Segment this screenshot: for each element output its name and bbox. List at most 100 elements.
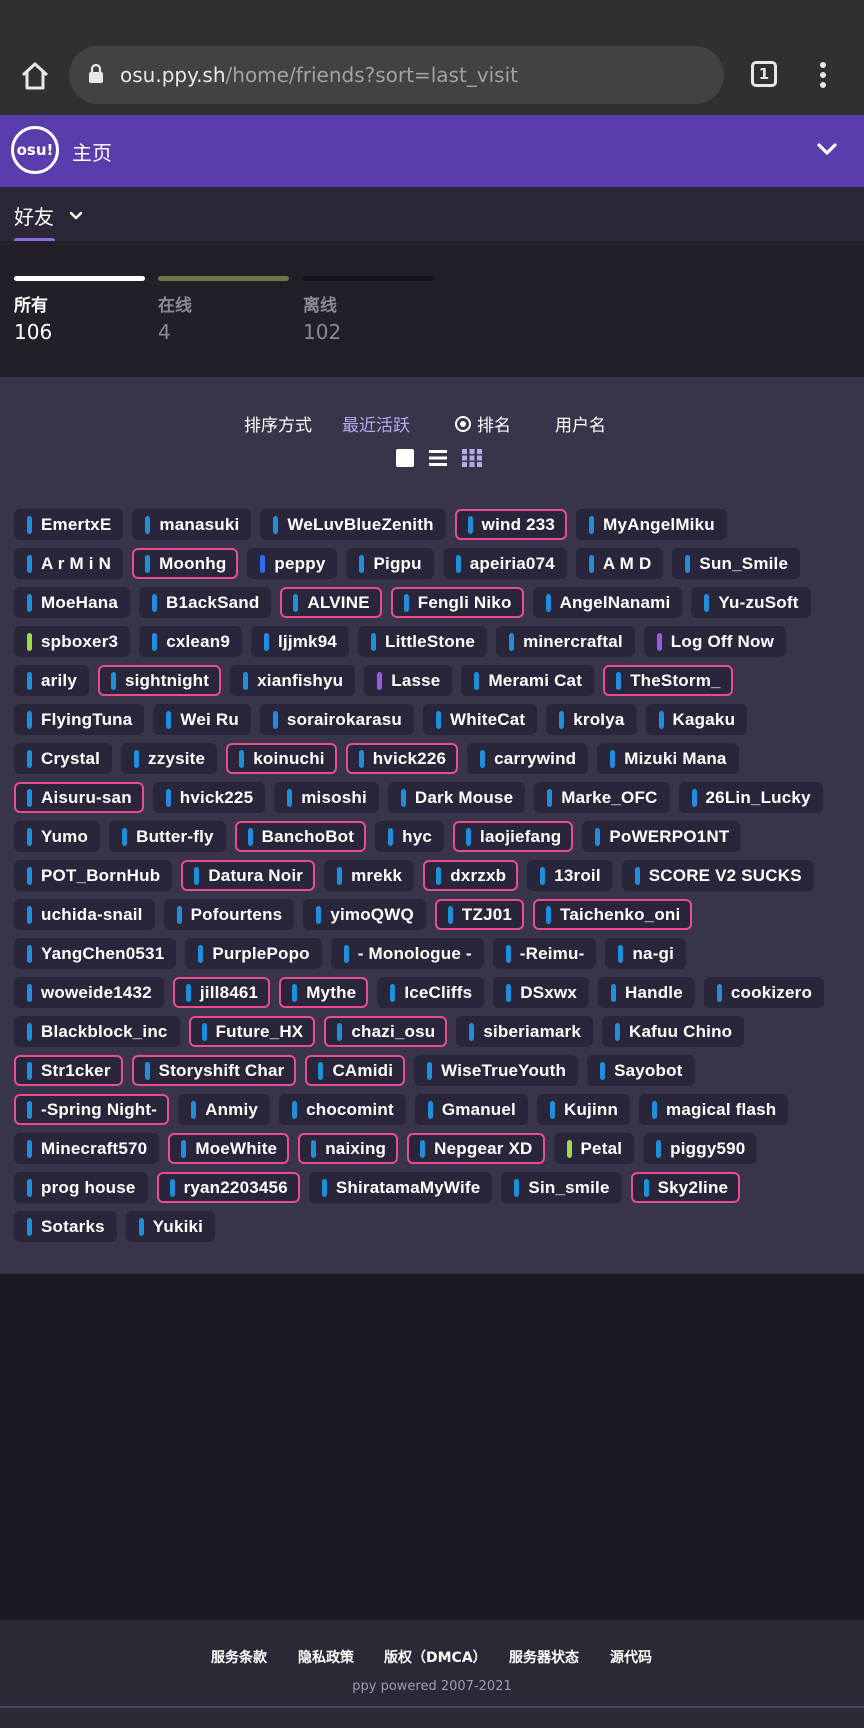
- friend-card[interactable]: Wei Ru: [153, 704, 251, 735]
- friend-card[interactable]: Kagaku: [645, 704, 748, 735]
- friend-card[interactable]: ShiratamaMyWife: [308, 1172, 493, 1203]
- friend-card[interactable]: B1ackSand: [138, 587, 272, 618]
- friend-card[interactable]: A M D: [575, 548, 664, 579]
- friend-card[interactable]: spboxer3: [14, 626, 131, 657]
- friend-card[interactable]: Anmiy: [178, 1094, 271, 1125]
- footer-link-privacy[interactable]: 隐私政策: [298, 1647, 354, 1667]
- friend-card[interactable]: POT_BornHub: [14, 860, 173, 891]
- friend-card[interactable]: Yu-zuSoft: [691, 587, 811, 618]
- friend-card[interactable]: Minecraft570: [14, 1133, 160, 1164]
- friend-card[interactable]: MoeHana: [14, 587, 130, 618]
- friend-card[interactable]: WiseTrueYouth: [414, 1055, 579, 1086]
- friend-card[interactable]: sightnight: [97, 665, 222, 696]
- chevron-down-icon[interactable]: [816, 141, 838, 161]
- subnav-friends-tab[interactable]: 好友: [14, 201, 54, 230]
- friend-card[interactable]: Petal: [553, 1133, 635, 1164]
- friend-card[interactable]: Blackblock_inc: [14, 1016, 180, 1047]
- friend-card[interactable]: Nepgear XD: [407, 1133, 545, 1164]
- friend-card[interactable]: magical flash: [639, 1094, 789, 1125]
- chevron-down-icon[interactable]: [68, 207, 84, 226]
- friend-card[interactable]: ljjmk94: [250, 626, 350, 657]
- friend-card[interactable]: cookizero: [703, 977, 825, 1008]
- friend-card[interactable]: MoeWhite: [168, 1133, 290, 1164]
- friend-card[interactable]: Handle: [598, 977, 695, 1008]
- friend-card[interactable]: xianfishyu: [230, 665, 356, 696]
- friend-card[interactable]: PoWERPO1NT: [582, 821, 742, 852]
- friend-card[interactable]: FlyingTuna: [14, 704, 145, 735]
- friend-card[interactable]: IceCliffs: [377, 977, 485, 1008]
- friend-card[interactable]: Sky2line: [630, 1172, 741, 1203]
- friend-card[interactable]: Storyshift Char: [131, 1055, 297, 1086]
- friend-card[interactable]: kroIya: [546, 704, 637, 735]
- footer-link-terms[interactable]: 服务条款: [211, 1647, 267, 1667]
- friend-card[interactable]: 26Lin_Lucky: [678, 782, 823, 813]
- friend-card[interactable]: MyAngelMiku: [576, 509, 727, 540]
- friend-card[interactable]: PurplePopo: [185, 938, 322, 969]
- stat-tab[interactable]: 离线 102: [303, 276, 434, 344]
- friend-card[interactable]: Future_HX: [188, 1016, 316, 1047]
- friend-card[interactable]: Fengli Niko: [390, 587, 524, 618]
- friend-card[interactable]: woweide1432: [14, 977, 164, 1008]
- friend-card[interactable]: WeLuvBlueZenith: [260, 509, 446, 540]
- footer-link-dmca[interactable]: 版权（DMCA）: [384, 1647, 487, 1667]
- friend-card[interactable]: hvick225: [152, 782, 266, 813]
- friend-card[interactable]: minercraftal: [496, 626, 635, 657]
- friend-card[interactable]: Sun_Smile: [672, 548, 801, 579]
- friend-card[interactable]: BanchoBot: [234, 821, 367, 852]
- friend-card[interactable]: arily: [14, 665, 89, 696]
- friend-card[interactable]: AngelNanami: [532, 587, 683, 618]
- list-view-icon[interactable]: [428, 448, 450, 468]
- friend-card[interactable]: -Reimu-: [492, 938, 597, 969]
- friend-card[interactable]: manasuki: [132, 509, 252, 540]
- sort-option-rank[interactable]: 排名: [477, 411, 511, 436]
- friend-card[interactable]: A r M i N: [14, 548, 124, 579]
- friend-card[interactable]: Mythe: [279, 977, 369, 1008]
- radio-selected-icon[interactable]: [455, 416, 471, 432]
- footer-link-source[interactable]: 源代码: [610, 1647, 652, 1667]
- friend-card[interactable]: Mizuki Mana: [597, 743, 739, 774]
- friend-card[interactable]: Lasse: [364, 665, 453, 696]
- card-view-icon[interactable]: [395, 448, 417, 468]
- friend-card[interactable]: Sayobot: [587, 1055, 695, 1086]
- friend-card[interactable]: uchida-snail: [14, 899, 155, 930]
- friend-card[interactable]: TheStorm_: [603, 665, 733, 696]
- friend-card[interactable]: ALVINE: [280, 587, 382, 618]
- tab-switcher-button[interactable]: 1: [751, 61, 777, 87]
- friend-card[interactable]: Kafuu Chino: [602, 1016, 745, 1047]
- friend-card[interactable]: chazi_osu: [324, 1016, 448, 1047]
- osu-logo[interactable]: osu!: [11, 126, 59, 174]
- friend-card[interactable]: hvick226: [345, 743, 459, 774]
- friend-card[interactable]: Sotarks: [14, 1211, 117, 1242]
- friend-card[interactable]: sorairokarasu: [259, 704, 414, 735]
- friend-card[interactable]: carrywind: [467, 743, 589, 774]
- friend-card[interactable]: na-gi: [605, 938, 687, 969]
- friend-card[interactable]: Taichenko_oni: [533, 899, 693, 930]
- friend-card[interactable]: Aisuru-san: [14, 782, 144, 813]
- friend-card[interactable]: cxlean9: [139, 626, 242, 657]
- sort-option-last-visit[interactable]: 最近活跃: [342, 411, 410, 436]
- friend-card[interactable]: LittleStone: [358, 626, 488, 657]
- sort-option-username[interactable]: 用户名: [555, 411, 606, 436]
- friend-card[interactable]: mrekk: [324, 860, 415, 891]
- friend-card[interactable]: ryan2203456: [156, 1172, 300, 1203]
- friend-card[interactable]: Merami Cat: [461, 665, 595, 696]
- friend-card[interactable]: wind 233: [454, 509, 568, 540]
- friend-card[interactable]: Log Off Now: [643, 626, 787, 657]
- friend-card[interactable]: Pofourtens: [163, 899, 295, 930]
- friend-card[interactable]: Moonhg: [132, 548, 239, 579]
- friend-card[interactable]: hyc: [375, 821, 445, 852]
- stat-tab[interactable]: 在线 4: [158, 276, 289, 344]
- friend-card[interactable]: piggy590: [643, 1133, 758, 1164]
- more-menu-icon[interactable]: [813, 60, 833, 90]
- friend-card[interactable]: Str1cker: [14, 1055, 123, 1086]
- footer-link-status[interactable]: 服务器状态: [509, 1647, 579, 1667]
- friend-card[interactable]: zzysite: [121, 743, 218, 774]
- friend-card[interactable]: TZJ01: [434, 899, 525, 930]
- friend-card[interactable]: jill8461: [172, 977, 271, 1008]
- friend-card[interactable]: siberiamark: [456, 1016, 594, 1047]
- friend-card[interactable]: misoshi: [274, 782, 379, 813]
- friend-card[interactable]: - Monologue -: [330, 938, 484, 969]
- friend-card[interactable]: yimoQWQ: [303, 899, 426, 930]
- friend-card[interactable]: DSxwx: [493, 977, 589, 1008]
- friend-card[interactable]: YangChen0531: [14, 938, 177, 969]
